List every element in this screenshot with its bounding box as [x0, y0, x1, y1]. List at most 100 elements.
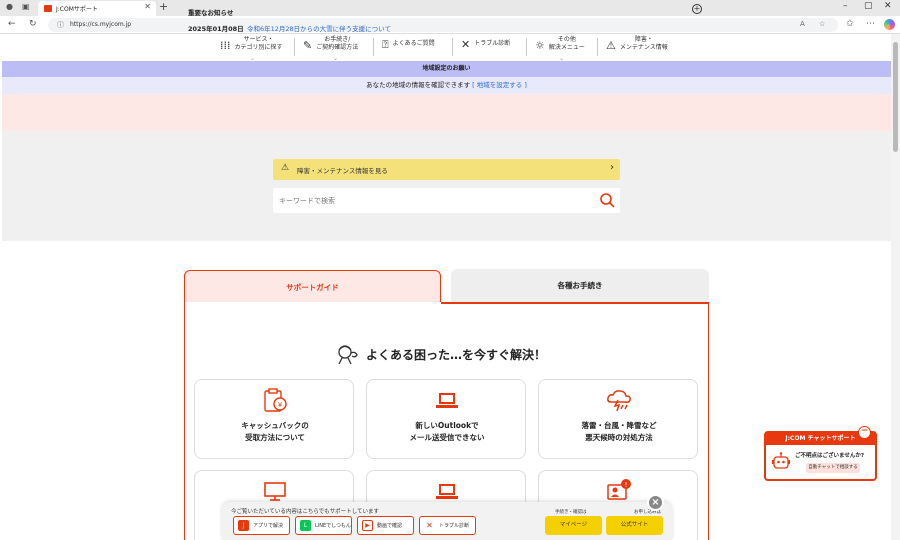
window-close-icon[interactable]: ✕	[884, 1, 892, 11]
site-info-icon[interactable]: ⓘ	[57, 20, 64, 30]
card-outlook[interactable]: 新しいOutlookで メール送受信できない	[366, 379, 526, 459]
nav-item-services[interactable]: ⁞⁞⁞ サービス・ カテゴリ別に探す ⌄	[220, 36, 283, 62]
refresh-icon[interactable]: ↻	[29, 19, 37, 29]
question-icon: ⍰	[382, 38, 389, 51]
region-banner-title: 地域設定のお願い	[2, 61, 891, 77]
url-text: https://cs.myjcom.jp	[70, 21, 132, 28]
warning-icon: ⚠	[606, 39, 616, 52]
svg-text:¥: ¥	[278, 401, 283, 409]
jcom-app-icon: J	[238, 520, 249, 531]
panel-title: よくある困った…を今すぐ解決！	[366, 347, 547, 362]
line-icon: L	[300, 520, 311, 531]
nav-divider	[452, 38, 453, 56]
tab-close-icon[interactable]: ✕	[144, 2, 151, 11]
close-icon[interactable]: ×	[647, 494, 664, 511]
line-question-button[interactable]: L LINEでしつもん	[295, 516, 352, 535]
trouble-diagnosis-button[interactable]: ✕ トラブル診断	[419, 516, 476, 535]
nav-divider	[373, 38, 374, 56]
profile-icon[interactable]: ●	[6, 2, 13, 11]
favorites-icon[interactable]: ✩	[846, 19, 854, 29]
important-notice	[2, 94, 891, 131]
cashback-icon: ¥	[264, 388, 287, 412]
search-input[interactable]	[273, 188, 620, 213]
region-message: あなたの地域の情報を確認できます	[366, 81, 471, 89]
nav-item-procedures[interactable]: ✎ お手続き/ ご契約確認方法 ⌄	[303, 36, 359, 62]
nav-label: その他 解決メニュー	[548, 36, 585, 51]
button-label: LINEでしつもん	[315, 523, 351, 529]
nav-label: お手続き/ ご契約確認方法	[316, 36, 359, 51]
support-bar-text: 今ご覧いただいている内容はこちらでもサポートしています	[231, 509, 380, 515]
nav-divider	[294, 38, 295, 56]
site-navigation: ⁞⁞⁞ サービス・ カテゴリ別に探す ⌄ ✎ お手続き/ ご契約確認方法 ⌄ ⍰…	[0, 34, 891, 66]
copilot-icon[interactable]	[884, 19, 895, 30]
notice-date: 2025年01月08日	[188, 25, 244, 33]
tools-icon: ✕	[461, 38, 471, 51]
search-icon[interactable]	[599, 192, 615, 208]
button-label: アプリで解決	[253, 523, 284, 529]
nav-label: 障害・ メンテナンス情報	[619, 36, 668, 51]
video-icon: ▶	[362, 520, 373, 531]
search-section	[2, 131, 891, 241]
browser-tab-bar: ● ▣ J:COMサポート ✕ + – ▢ ✕	[0, 0, 900, 16]
chat-support-widget[interactable]: J:COM チャットサポート ご不明点はございませんか? 自動チャットで相談する	[764, 431, 877, 481]
maintenance-info-button[interactable]: ⚠ 障害・メンテナンス情報を見る ›	[273, 159, 620, 180]
card-label: キャッシュバックの 受取方法について	[241, 421, 309, 442]
minimize-icon[interactable]: –	[843, 1, 848, 11]
floating-support-bar: 今ご覧いただいている内容はこちらでもサポートしています J アプリで解決 L L…	[222, 502, 672, 540]
storm-icon	[607, 390, 631, 412]
read-aloud-icon[interactable]: A	[800, 20, 805, 28]
tab-support-guide[interactable]: サポートガイド	[184, 270, 441, 303]
card-label: 落雷・台風・降雪など 悪天候時の対処方法	[581, 421, 657, 442]
laptop-icon	[436, 484, 458, 499]
nav-label: サービス・ カテゴリ別に探す	[234, 36, 283, 51]
region-banner: あなたの地域の情報を確認できます [ 地域を設定する ]	[2, 77, 891, 94]
card-cashback[interactable]: ¥ キャッシュバックの 受取方法について	[194, 379, 354, 459]
mypage-button[interactable]: マイページ	[545, 516, 602, 535]
page-scrollbar[interactable]	[891, 34, 900, 540]
nav-divider	[526, 38, 527, 56]
browser-tab[interactable]: J:COMサポート ✕	[38, 1, 156, 16]
official-site-button[interactable]: 公式サイト	[606, 516, 663, 535]
address-bar: ← ↻ ⓘ https://cs.myjcom.jp A ☆ ✩ ⋯	[0, 16, 900, 34]
nav-divider	[597, 38, 598, 56]
more-menu-icon[interactable]: ⋯	[866, 19, 875, 29]
set-region-link[interactable]: [ 地域を設定する ]	[472, 81, 527, 89]
bulb-icon: ☼	[535, 39, 545, 52]
laptop-icon	[436, 393, 458, 408]
panel-divider	[441, 302, 709, 304]
nav-label: トラブル診断	[474, 40, 511, 47]
url-field[interactable]: ⓘ https://cs.myjcom.jp A ☆	[48, 18, 838, 32]
maintenance-label: 障害・メンテナンス情報を見る	[297, 167, 388, 175]
auto-chat-button[interactable]: 自動チャットで相談する	[806, 463, 860, 473]
video-check-button[interactable]: ▶ 動画で確認	[357, 516, 414, 535]
tab-actions-icon[interactable]: ▣	[22, 2, 30, 11]
maximize-icon[interactable]: ▢	[864, 1, 873, 11]
chat-minimize-icon[interactable]: −	[858, 426, 871, 439]
expand-plus-icon[interactable]: +	[692, 4, 702, 14]
tab-label: 各種お手続き	[557, 281, 603, 290]
svg-text:!: !	[625, 481, 628, 489]
card-label: 新しいOutlookで メール送受信できない	[409, 421, 485, 442]
card-weather[interactable]: 落雷・台風・降雪など 悪天候時の対処方法	[538, 379, 698, 459]
nav-item-outage[interactable]: ⚠ 障害・ メンテナンス情報	[606, 36, 668, 60]
monitor-icon	[264, 482, 286, 501]
nav-item-trouble[interactable]: ✕ トラブル診断	[461, 38, 510, 62]
jcom-favicon-icon	[44, 5, 52, 12]
favorite-star-icon[interactable]: ☆	[819, 20, 825, 28]
button-label: トラブル診断	[439, 523, 470, 529]
nav-item-faq[interactable]: ⍰ よくあるご質問 ⌄	[382, 38, 435, 66]
scrollbar-thumb[interactable]	[893, 42, 898, 152]
nav-item-other[interactable]: ☼ その他 解決メニュー ⌄	[535, 36, 585, 62]
app-solve-button[interactable]: J アプリで解決	[233, 516, 290, 535]
robot-icon	[772, 452, 790, 469]
chat-question: ご不明点はございませんか?	[795, 453, 865, 459]
back-icon[interactable]: ←	[8, 19, 16, 29]
notice-link[interactable]: 令和6年12月28日からの大雪に伴う支援について	[247, 23, 391, 33]
notice-title: 重要なお知らせ	[188, 9, 234, 17]
tab-procedures[interactable]: 各種お手続き	[451, 269, 709, 302]
tab-title: J:COMサポート	[56, 6, 98, 13]
warning-icon: ⚠	[281, 163, 290, 173]
chevron-right-icon: ›	[610, 162, 614, 173]
nav-label: よくあるご質問	[392, 40, 435, 47]
new-tab-button[interactable]: +	[159, 0, 168, 13]
